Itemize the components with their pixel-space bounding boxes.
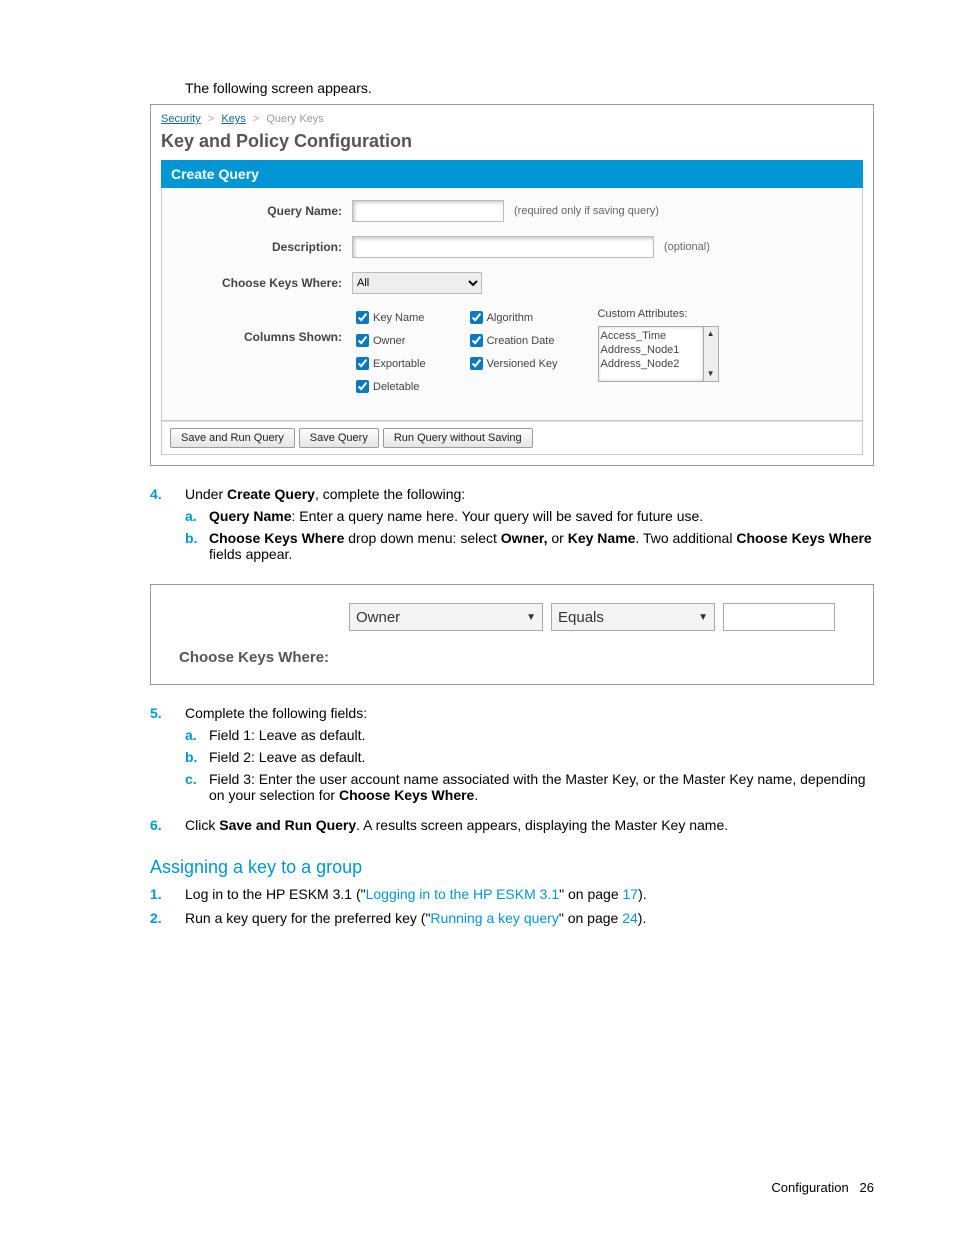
breadcrumb-security[interactable]: Security	[161, 113, 201, 125]
choose-keys-where-figure: Owner▼ Equals▼ Choose Keys Where:	[150, 584, 874, 685]
step-number: 5.	[150, 705, 185, 721]
substep-number: a.	[185, 727, 209, 743]
button-row: Save and Run Query Save Query Run Query …	[161, 421, 863, 455]
custom-attributes-label: Custom Attributes:	[598, 308, 719, 320]
owner-select[interactable]: Owner▼	[349, 603, 543, 631]
chk-owner[interactable]	[356, 334, 369, 347]
chk-versioned-key[interactable]	[470, 357, 483, 370]
run-query-without-saving-button[interactable]: Run Query without Saving	[383, 428, 533, 448]
save-and-run-query-button[interactable]: Save and Run Query	[170, 428, 295, 448]
custom-attributes: Custom Attributes: Access_Time Address_N…	[598, 308, 719, 382]
figure-title: Key and Policy Configuration	[161, 131, 863, 152]
value-input[interactable]	[723, 603, 835, 631]
query-name-label: Query Name:	[172, 200, 352, 218]
description-hint: (optional)	[664, 241, 710, 253]
chk-exportable[interactable]	[356, 357, 369, 370]
section-heading: Assigning a key to a group	[150, 857, 874, 878]
breadcrumb-query-keys: Query Keys	[266, 113, 323, 125]
chevron-down-icon: ▼	[526, 612, 536, 623]
choose-keys-where-label: Choose Keys Where:	[179, 649, 855, 666]
page-ref-link[interactable]: 17	[623, 886, 639, 902]
list-item[interactable]: Access_Time	[601, 329, 701, 343]
description-input[interactable]	[352, 236, 654, 258]
chk-algorithm[interactable]	[470, 311, 483, 324]
description-label: Description:	[172, 236, 352, 254]
substep-number: c.	[185, 771, 209, 803]
step-number: 1.	[150, 886, 185, 902]
substep-number: b.	[185, 749, 209, 765]
step-number: 4.	[150, 486, 185, 502]
substep-number: a.	[185, 508, 209, 524]
query-name-input[interactable]	[352, 200, 504, 222]
chevron-down-icon: ▼	[698, 612, 708, 623]
page-footer: Configuration 26	[771, 1180, 874, 1195]
checkbox-column-2: Algorithm Creation Date Versioned Key	[466, 308, 558, 377]
columns-shown-label: Columns Shown:	[172, 308, 352, 344]
list-item[interactable]: Address_Node1	[601, 343, 701, 357]
equals-select[interactable]: Equals▼	[551, 603, 715, 631]
step-number: 6.	[150, 817, 185, 833]
panel-header: Create Query	[161, 160, 863, 188]
checkbox-column-1: Key Name Owner Exportable Deletable	[352, 308, 426, 400]
custom-attributes-listbox[interactable]: Access_Time Address_Node1 Address_Node2	[598, 326, 704, 382]
substep-number: b.	[185, 530, 209, 562]
chk-deletable[interactable]	[356, 380, 369, 393]
breadcrumb: Security > Keys > Query Keys	[161, 113, 863, 125]
scroll-up-icon[interactable]: ▲	[704, 327, 718, 341]
choose-keys-where-select[interactable]: All	[352, 272, 482, 294]
choose-keys-where-label: Choose Keys Where:	[172, 272, 352, 290]
create-query-figure: Security > Keys > Query Keys Key and Pol…	[150, 104, 874, 466]
list-item[interactable]: Address_Node2	[601, 357, 701, 371]
step-number: 2.	[150, 910, 185, 926]
chk-creation-date[interactable]	[470, 334, 483, 347]
key-query-link[interactable]: Running a key query	[430, 910, 558, 926]
breadcrumb-keys[interactable]: Keys	[221, 113, 245, 125]
chk-key-name[interactable]	[356, 311, 369, 324]
save-query-button[interactable]: Save Query	[299, 428, 379, 448]
scroll-down-icon[interactable]: ▼	[704, 367, 718, 381]
intro-text: The following screen appears.	[185, 80, 874, 96]
query-name-hint: (required only if saving query)	[514, 205, 659, 217]
page-ref-link[interactable]: 24	[622, 910, 638, 926]
login-link[interactable]: Logging in to the HP ESKM 3.1	[366, 886, 560, 902]
listbox-scrollbar[interactable]: ▲ ▼	[704, 326, 719, 382]
